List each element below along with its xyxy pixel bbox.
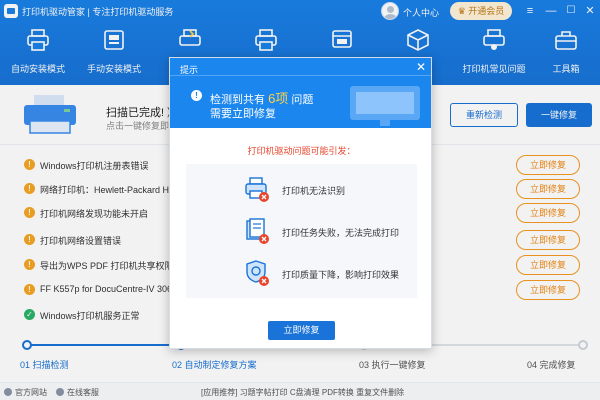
problem-dialog: 提示 ✕ ! 检测到共有 6项 问题 需要立即修复 打印机驱动问题可能引发： 打… xyxy=(169,57,432,349)
cause-text: 打印机无法识别 xyxy=(282,186,346,196)
need-fix-text: 需要立即修复 xyxy=(210,108,276,120)
fix-now-button[interactable]: 立即修复 xyxy=(268,321,335,340)
detect-suffix: 问题 xyxy=(291,94,314,106)
document-error-icon xyxy=(246,218,269,244)
cause-text: 打印质量下降，影响打印效果 xyxy=(282,270,400,280)
monitor-illustration-icon xyxy=(350,86,420,126)
issue-count: 6项 xyxy=(268,91,289,106)
cause-text: 打印任务失败，无法完成打印 xyxy=(282,228,400,238)
divider xyxy=(170,75,431,76)
list-item: 打印任务失败，无法完成打印 xyxy=(186,212,417,252)
quality-error-icon xyxy=(246,260,269,286)
dialog-header: 提示 ✕ ! 检测到共有 6项 问题 需要立即修复 xyxy=(170,58,431,128)
cause-title: 打印机驱动问题可能引发： xyxy=(247,146,356,156)
printer-error-icon xyxy=(245,177,269,202)
list-item: 打印机无法识别 xyxy=(186,170,417,210)
list-item: 打印质量下降，影响打印效果 xyxy=(186,254,417,294)
close-icon[interactable]: ✕ xyxy=(414,60,428,74)
cause-list: 打印机无法识别 打印任务失败，无法完成打印 打印质量下降，影响打印效果 xyxy=(186,164,417,298)
alert-icon: ! xyxy=(191,90,202,101)
